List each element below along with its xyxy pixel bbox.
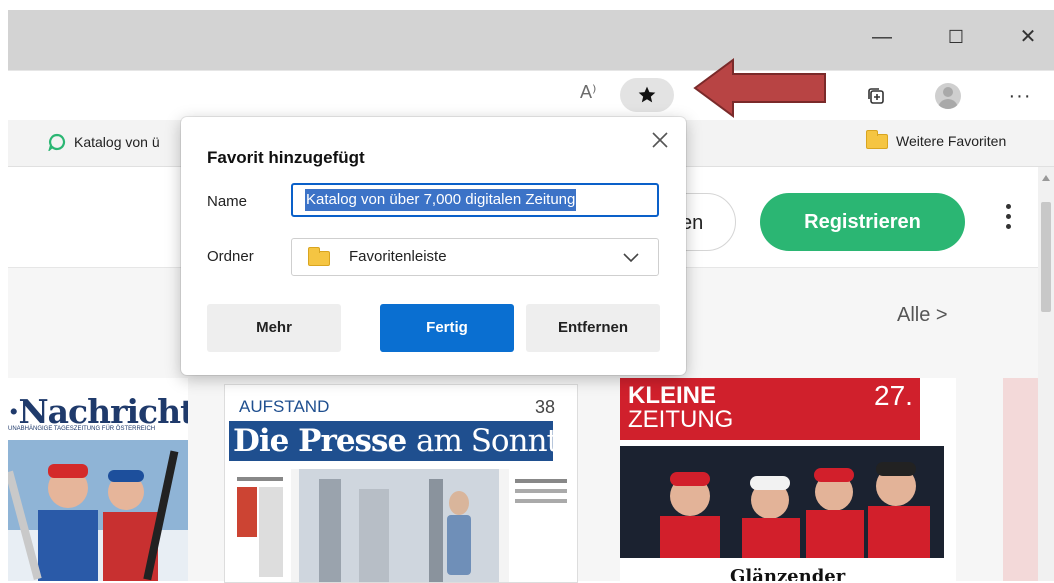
minimize-button[interactable]: — — [862, 22, 902, 52]
newspaper-title: Die Presse am Sonntag — [233, 423, 578, 459]
annotation-arrow-icon — [693, 58, 826, 118]
chevron-down-icon — [623, 253, 639, 263]
avatar-icon — [935, 83, 961, 109]
favorite-added-dialog: Favorit hinzugefügt Name Katalog von übe… — [181, 117, 686, 375]
newspaper-headline: Glänzender — [730, 566, 846, 581]
scrollbar-thumb[interactable] — [1041, 202, 1051, 312]
favorite-star-button[interactable] — [620, 78, 674, 112]
newspaper-card-partial[interactable] — [1003, 378, 1038, 581]
newspaper-photo — [229, 469, 573, 582]
register-button[interactable]: Registrieren — [760, 193, 965, 251]
settings-more-button[interactable]: ··· — [1006, 82, 1034, 110]
star-icon — [638, 86, 656, 103]
favorite-name-input[interactable]: Katalog von über 7,000 digitalen Zeitung — [291, 183, 659, 217]
newspaper-card-die-presse[interactable]: AUFSTAND 38 Die Presse am Sonntag — [224, 384, 578, 583]
name-input-value: Katalog von über 7,000 digitalen Zeitung — [305, 189, 577, 211]
close-icon[interactable] — [649, 129, 671, 151]
favorites-item-label: Katalog von ü — [74, 134, 160, 150]
scroll-up-icon[interactable] — [1042, 175, 1050, 181]
folder-dropdown[interactable]: Favoritenleiste — [291, 238, 659, 276]
page-scrollbar[interactable] — [1038, 167, 1054, 581]
maximize-button[interactable]: ☐ — [936, 22, 976, 52]
close-window-button[interactable]: ✕ — [1008, 22, 1048, 52]
chat-bubble-icon — [48, 133, 66, 151]
done-button[interactable]: Fertig — [380, 304, 514, 352]
folder-icon — [866, 129, 888, 149]
newspaper-card-nachrichten[interactable]: ·Nachrichten UNABHÄNGIGE TAGESZEITUNG FÜ… — [8, 378, 188, 581]
folder-icon — [308, 247, 330, 266]
newspaper-date: 27. — [874, 380, 913, 411]
name-label: Name — [207, 193, 248, 210]
remove-button[interactable]: Entfernen — [526, 304, 660, 352]
favorites-item-other-favorites[interactable]: Weitere Favoriten — [866, 129, 1007, 149]
folder-dropdown-value: Favoritenleiste — [349, 248, 447, 265]
newspaper-kicker: AUFSTAND — [239, 397, 330, 416]
newspaper-photo — [8, 440, 188, 581]
favorites-item-label: Weitere Favoriten — [896, 133, 1007, 149]
dialog-title: Favorit hinzugefügt — [207, 148, 365, 167]
see-all-link[interactable]: Alle > — [897, 304, 948, 327]
newspaper-page-number: 38 — [535, 397, 556, 417]
collections-icon[interactable] — [862, 82, 890, 110]
favorites-item-katalog[interactable]: Katalog von ü — [48, 133, 160, 151]
more-button[interactable]: Mehr — [207, 304, 341, 352]
folder-label: Ordner — [207, 248, 254, 265]
newspaper-subtitle: UNABHÄNGIGE TAGESZEITUNG FÜR ÖSTERREICH — [8, 426, 156, 432]
read-aloud-icon[interactable]: A⁾ — [580, 82, 596, 103]
newspaper-title: KLEINE ZEITUNG — [628, 382, 734, 433]
profile-avatar[interactable] — [934, 82, 962, 110]
more-options-icon[interactable] — [998, 200, 1018, 244]
newspaper-card-kleine-zeitung[interactable]: KLEINE ZEITUNG 27. Glänzender — [620, 378, 956, 581]
newspaper-photo — [620, 446, 944, 558]
address-bar[interactable] — [8, 70, 1054, 121]
